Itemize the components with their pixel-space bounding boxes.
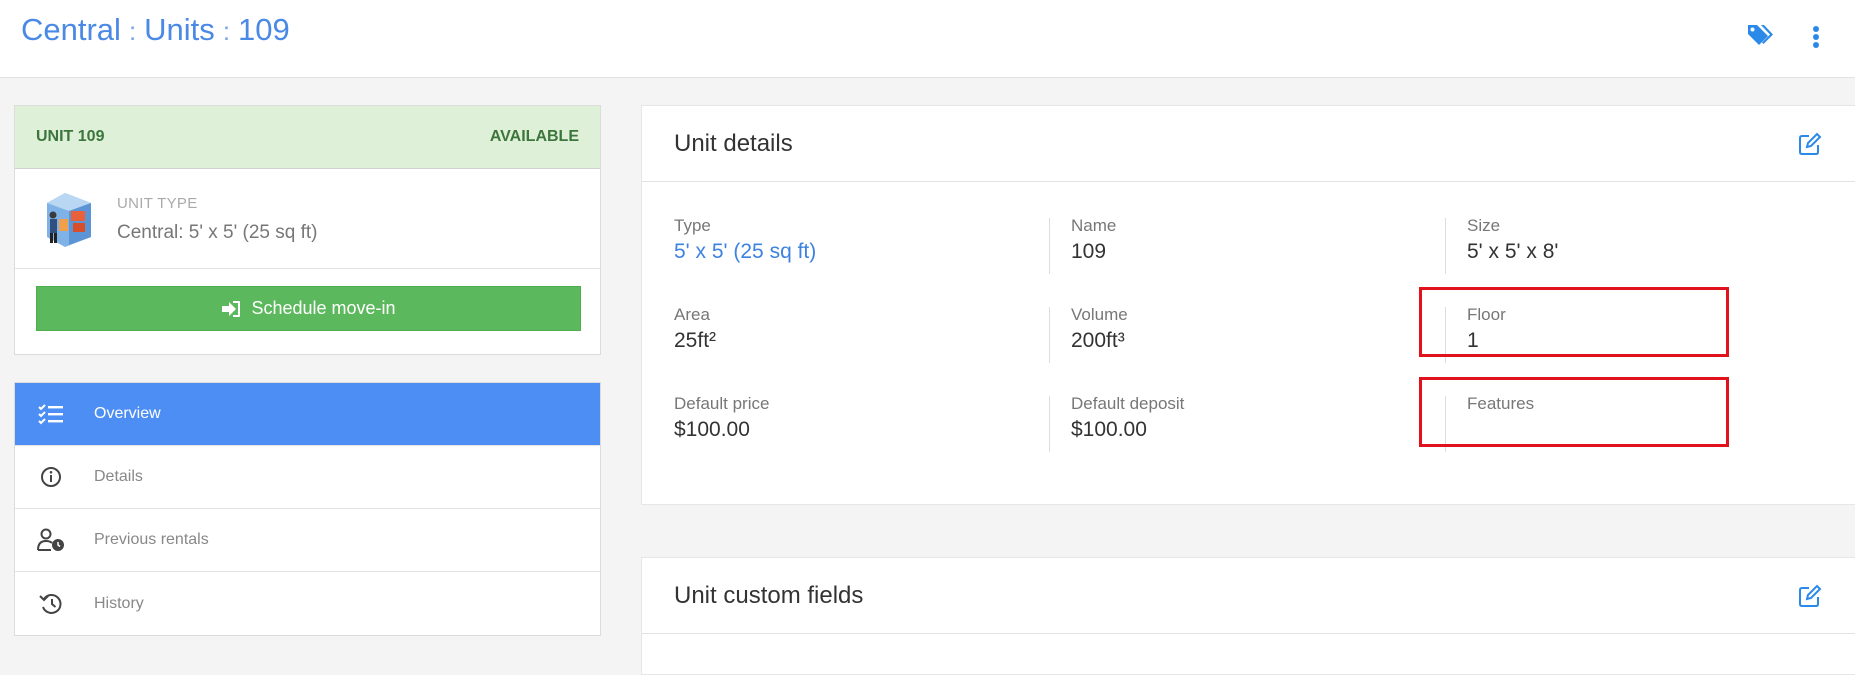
user-clock-icon — [37, 526, 65, 554]
field-name: Name 109 — [1071, 216, 1431, 274]
breadcrumb-location[interactable]: Central — [21, 12, 121, 48]
size-highlight-box — [1419, 287, 1729, 357]
unit-details-title: Unit details — [674, 130, 793, 157]
history-icon — [37, 590, 65, 618]
field-label: Default price — [674, 394, 770, 413]
field-label: Size — [1467, 216, 1501, 235]
storage-unit-illustration — [41, 189, 99, 249]
breadcrumb: Central : Units : 109 — [21, 12, 290, 48]
nav-item-label: Previous rentals — [94, 531, 209, 548]
tags-icon[interactable] — [1746, 22, 1776, 50]
nav-item-details[interactable]: Details — [15, 446, 600, 509]
unit-type-value: Central: 5' x 5' (25 sq ft) — [117, 222, 318, 243]
unit-status-bar: UNIT 109 AVAILABLE — [15, 106, 600, 169]
info-icon — [37, 463, 65, 491]
column-divider — [1049, 396, 1050, 452]
column-divider — [1445, 218, 1446, 274]
field-label: Type — [674, 216, 711, 235]
field-volume: Volume 200ft³ — [1071, 305, 1431, 363]
field-label: Name — [1071, 216, 1117, 235]
field-value: $100.00 — [674, 418, 750, 441]
field-value: 25ft² — [674, 329, 717, 352]
schedule-move-in-label: Schedule move-in — [251, 298, 396, 318]
top-bar: Central : Units : 109 — [0, 0, 1855, 78]
nav-item-label: History — [94, 594, 144, 612]
unit-type-label: UNIT TYPE — [117, 195, 198, 212]
status-badge: AVAILABLE — [489, 128, 579, 145]
sign-in-icon — [222, 300, 241, 317]
field-default-price: Default price $100.00 — [674, 394, 1034, 452]
field-size: Size 5' x 5' x 8' — [1467, 216, 1827, 274]
breadcrumb-unit: 109 — [238, 12, 290, 47]
breadcrumb-units[interactable]: Units — [144, 12, 215, 48]
unit-type-link[interactable]: 5' x 5' (25 sq ft) — [674, 240, 816, 264]
nav-item-history[interactable]: History — [15, 572, 600, 635]
unit-details-panel: Unit details Type 5' x 5' (25 sq ft) Nam… — [641, 105, 1855, 505]
breadcrumb-separator: : — [128, 16, 137, 46]
nav-item-label: Overview — [94, 405, 161, 422]
field-value: $100.00 — [1071, 418, 1147, 441]
vertical-dots-icon[interactable] — [1804, 22, 1828, 52]
unit-label: UNIT 109 — [36, 128, 105, 145]
edit-icon[interactable] — [1798, 584, 1822, 608]
field-type: Type 5' x 5' (25 sq ft) — [674, 216, 1034, 274]
field-default-deposit: Default deposit $100.00 — [1071, 394, 1431, 452]
field-area: Area 25ft² — [674, 305, 1034, 363]
field-value: 109 — [1071, 240, 1107, 263]
checklist-icon — [37, 400, 65, 428]
field-label: Area — [674, 305, 710, 324]
field-label: Default deposit — [1071, 394, 1185, 413]
unit-custom-fields-title: Unit custom fields — [674, 582, 864, 609]
nav-item-previous-rentals[interactable]: Previous rentals — [15, 509, 600, 572]
unit-type-row: UNIT TYPE Central: 5' x 5' (25 sq ft) — [15, 169, 600, 269]
edit-icon[interactable] — [1798, 132, 1822, 156]
nav-item-overview[interactable]: Overview — [15, 383, 600, 446]
field-value: 200ft³ — [1071, 329, 1125, 352]
unit-custom-fields-header: Unit custom fields — [642, 558, 1855, 634]
floor-highlight-box — [1419, 377, 1729, 447]
unit-custom-fields-panel: Unit custom fields — [641, 557, 1855, 675]
unit-summary-card: UNIT 109 AVAILABLE UNIT TYPE Central: 5'… — [14, 105, 601, 355]
schedule-move-in-button[interactable]: Schedule move-in — [36, 286, 581, 331]
nav-item-label: Details — [94, 468, 143, 485]
unit-details-header: Unit details — [642, 106, 1855, 182]
unit-details-body: Type 5' x 5' (25 sq ft) Name 109 Size 5'… — [642, 182, 1855, 510]
unit-nav: Overview Details Previous rentals Histor… — [14, 382, 601, 636]
field-label: Volume — [1071, 305, 1128, 324]
column-divider — [1049, 218, 1050, 274]
field-value: 5' x 5' x 8' — [1467, 240, 1559, 263]
column-divider — [1049, 307, 1050, 363]
breadcrumb-separator: : — [222, 16, 231, 46]
